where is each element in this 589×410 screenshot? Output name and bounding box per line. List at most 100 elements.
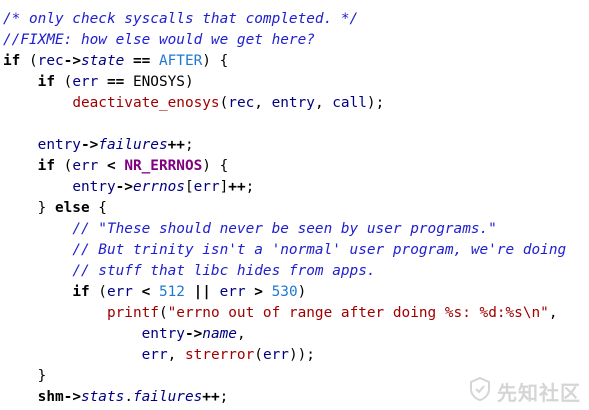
code-token-punct: } (3, 200, 55, 216)
code-line: entry->name, (3, 324, 566, 345)
code-token-punct: ( (54, 74, 73, 90)
code-token-macro: AFTER (158, 53, 203, 69)
code-token-op: -> (80, 137, 99, 153)
code-token-ident: err (193, 179, 220, 195)
code-token-ident: entry (72, 179, 116, 195)
code-token-punct: , (236, 326, 246, 342)
code-token-ident: err (262, 347, 289, 363)
code-line: /* only check syscalls that completed. *… (3, 9, 566, 30)
watermark-text: 先知社区 (497, 381, 581, 405)
code-token-punct: ; (219, 389, 229, 405)
code-token-punct: ) { (202, 158, 229, 174)
code-token-op: < (98, 158, 125, 174)
code-token-fn: deactivate_enosys (72, 95, 220, 111)
code-token-punct: )); (288, 347, 315, 363)
code-token-punct (3, 305, 107, 321)
code-token-op: ++ (202, 389, 220, 405)
code-token-ident: rec (228, 95, 255, 111)
code-token-member: state (80, 53, 125, 69)
code-line: entry->failures++; (3, 135, 566, 156)
code-token-punct: ENOSYS) (132, 74, 194, 90)
code-token-num: 530 (271, 284, 298, 300)
code-token-op: == (98, 74, 133, 90)
code-token-punct (3, 137, 38, 153)
code-token-punct (3, 347, 142, 363)
code-token-op: > (245, 284, 272, 300)
code-token-member: failures (98, 137, 168, 153)
code-token-comment: // But trinity isn't a 'normal' user pro… (72, 242, 567, 258)
code-token-punct: ; (245, 179, 255, 195)
code-token-punct: ( (89, 284, 107, 300)
code-token-kw: if (72, 284, 90, 300)
code-token-kw: if (3, 53, 21, 69)
code-line: if (rec->state == AFTER) { (3, 51, 566, 72)
code-token-kw: shm (37, 389, 64, 405)
code-token-fn: printf (106, 305, 159, 321)
code-token-ident: err (141, 347, 168, 363)
code-token-punct (3, 74, 38, 90)
code-token-member: failures (132, 389, 203, 405)
code-line: err, strerror(err)); (3, 345, 566, 366)
code-token-macro-bold: NR_ERRNOS (124, 158, 203, 174)
code-token-str: "errno out of range after doing %s: %d:%… (167, 305, 549, 321)
code-block: /* only check syscalls that completed. *… (3, 9, 566, 408)
code-token-punct: [ (184, 179, 194, 195)
code-token-ident: entry (271, 95, 315, 111)
code-token-op: -> (184, 326, 203, 342)
code-token-punct (3, 242, 72, 258)
code-viewer: /* only check syscalls that completed. *… (0, 0, 589, 410)
code-token-comment: //FIXME: how else would we get here? (3, 32, 315, 48)
code-token-punct: ( (254, 347, 263, 363)
code-token-ident: err (106, 284, 133, 300)
code-token-punct (3, 389, 38, 405)
code-token-op: || (184, 284, 220, 300)
code-token-kw: else (54, 200, 90, 216)
code-token-punct (3, 221, 72, 237)
code-token-member: errnos (132, 179, 185, 195)
code-token-punct: { (89, 200, 107, 216)
code-token-punct: , (314, 95, 333, 111)
code-line: // But trinity isn't a 'normal' user pro… (3, 240, 566, 261)
code-token-ident: entry (141, 326, 185, 342)
code-token-punct: ) (297, 284, 307, 300)
code-line: if (err < 512 || err > 530) (3, 282, 566, 303)
code-token-num: 512 (158, 284, 185, 300)
code-token-punct (3, 158, 38, 174)
shield-icon (469, 376, 491, 406)
code-token-kw: if (37, 74, 55, 90)
code-token-comment: // "These should never be seen by user p… (72, 221, 497, 237)
code-line: // "These should never be seen by user p… (3, 219, 566, 240)
code-token-op: == (124, 53, 159, 69)
code-line: deactivate_enosys(rec, entry, call); (3, 93, 566, 114)
code-line: entry->errnos[err]++; (3, 177, 566, 198)
code-token-punct (3, 95, 72, 111)
code-line: if (err == ENOSYS) (3, 72, 566, 93)
shield-icon-svg (470, 376, 490, 402)
code-token-ident: rec (37, 53, 64, 69)
code-line: //FIXME: how else would we get here? (3, 30, 566, 51)
code-token-fn: strerror (184, 347, 255, 363)
code-token-op: ++ (167, 137, 185, 153)
watermark: 先知社区 (469, 376, 581, 406)
code-token-punct (3, 263, 72, 279)
code-token-member: stats (80, 389, 125, 405)
code-token-punct (3, 284, 72, 300)
code-token-punct: , (167, 347, 185, 363)
code-token-punct: . (124, 389, 133, 405)
code-token-comment: /* only check syscalls that completed. *… (3, 11, 359, 27)
code-token-punct: ( (158, 305, 168, 321)
code-token-op: -> (63, 389, 81, 405)
code-token-punct: , (548, 305, 558, 321)
code-token-ident: entry (37, 137, 81, 153)
code-token-op: < (132, 284, 159, 300)
code-token-ident: err (72, 74, 99, 90)
code-token-punct: } (3, 368, 47, 384)
code-token-punct: ; (184, 137, 194, 153)
code-token-punct (3, 326, 142, 342)
code-line: printf("errno out of range after doing %… (3, 303, 566, 324)
code-token-punct: ( (219, 95, 229, 111)
code-token-member: name (202, 326, 237, 342)
code-token-punct: ] (219, 179, 229, 195)
code-token-ident: err (219, 284, 246, 300)
